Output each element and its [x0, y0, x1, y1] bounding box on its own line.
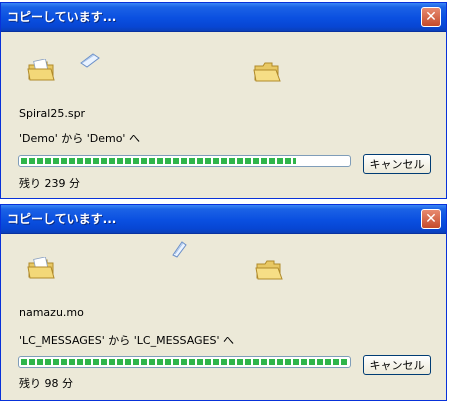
from-to-label: 'LC_MESSAGES' から 'LC_MESSAGES' へ [19, 334, 234, 347]
time-remaining: 残り 98 分 [19, 377, 73, 390]
close-button[interactable]: ✕ [421, 209, 441, 229]
copy-dialog-2: コピーしています... ✕ namazu.mo 'LC_MESSAGES' から… [0, 204, 447, 401]
title-bar[interactable]: コピーしています... ✕ [1, 205, 446, 234]
from-to-label: 'Demo' から 'Demo' へ [19, 132, 140, 145]
time-remaining: 残り 239 分 [19, 177, 80, 190]
file-name: Spiral25.spr [19, 107, 86, 120]
close-icon: ✕ [425, 211, 437, 227]
source-folder-icon [27, 59, 55, 81]
dialog-title: コピーしています... [7, 10, 117, 24]
flying-paper-icon [80, 53, 100, 68]
progress-fill [21, 359, 348, 365]
source-folder-icon [27, 257, 55, 279]
progress-bar [18, 356, 351, 368]
cancel-button[interactable]: キャンセル [363, 154, 431, 174]
title-bar[interactable]: コピーしています... ✕ [1, 3, 446, 32]
progress-bar [18, 155, 351, 167]
destination-folder-icon [255, 260, 283, 280]
file-name: namazu.mo [19, 306, 84, 319]
cancel-button[interactable]: キャンセル [363, 355, 431, 375]
dialog-title: コピーしています... [7, 212, 117, 226]
progress-fill [21, 158, 296, 164]
flying-paper-icon [172, 241, 187, 258]
close-button[interactable]: ✕ [421, 7, 441, 27]
copy-dialog-1: コピーしています... ✕ Spiral25.spr 'Demo' から 'De… [0, 2, 447, 199]
close-icon: ✕ [425, 9, 437, 25]
destination-folder-icon [253, 62, 281, 82]
